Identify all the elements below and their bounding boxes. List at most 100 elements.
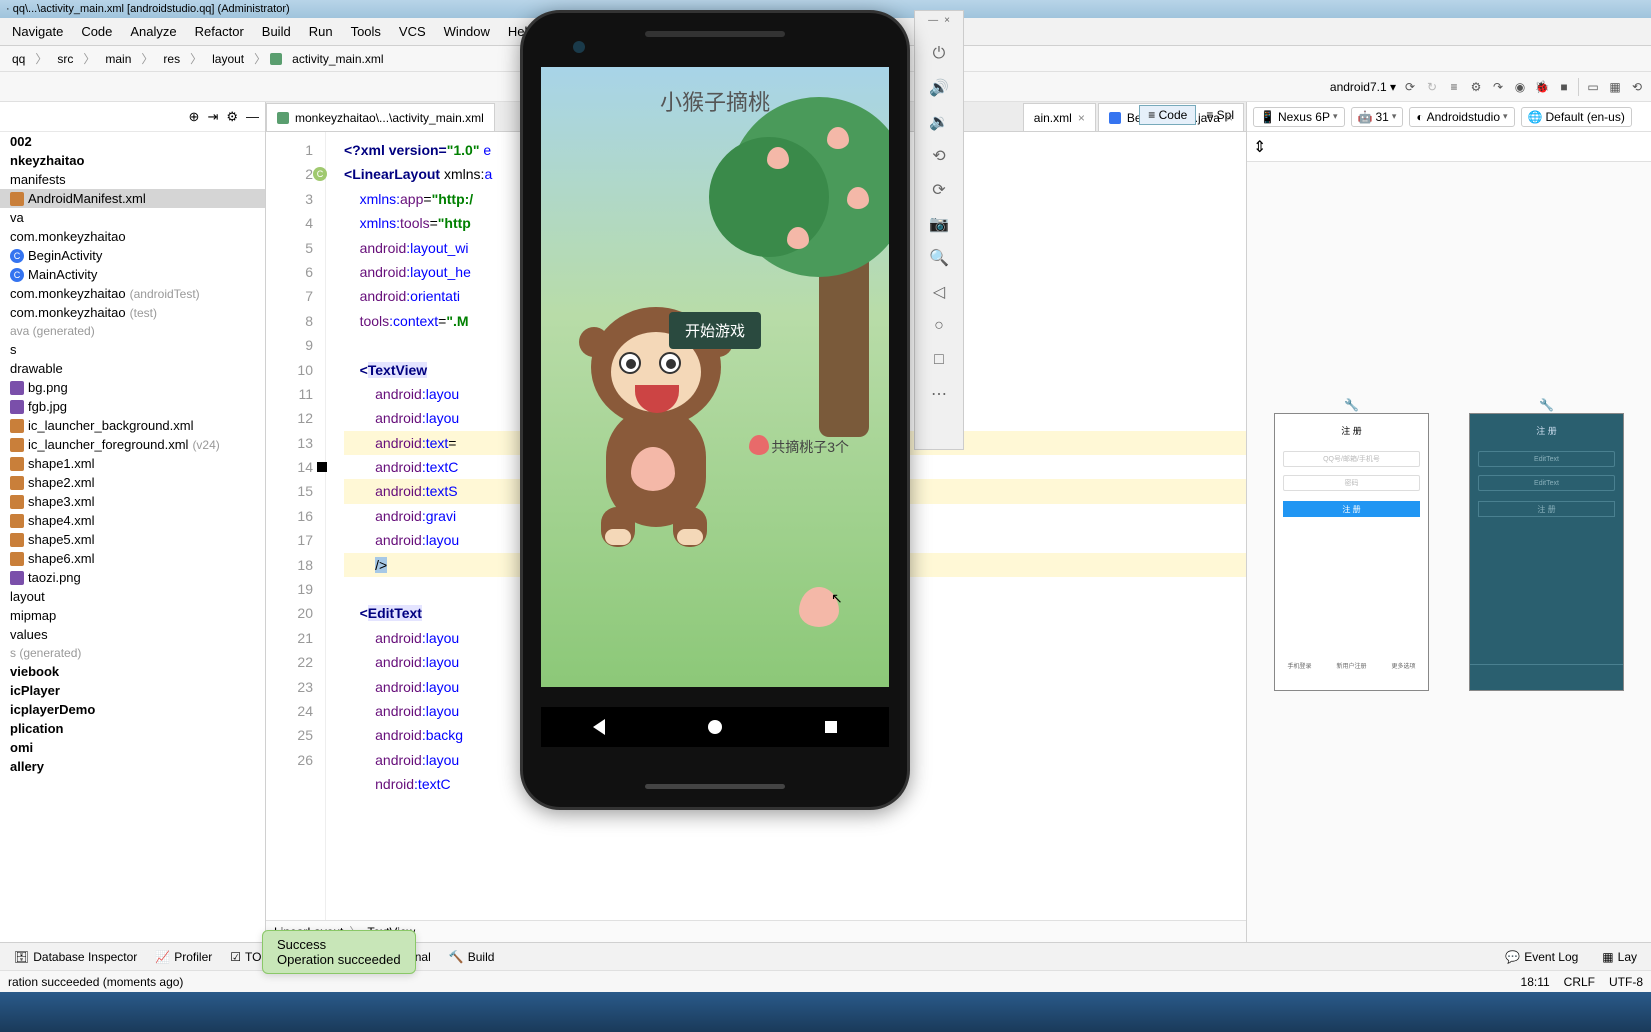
tree-node[interactable]: CMainActivity [0, 265, 265, 284]
crumb-main[interactable]: main [99, 50, 137, 68]
volume-up-icon[interactable]: 🔊 [929, 78, 949, 98]
tree-node[interactable]: mipmap [0, 606, 265, 625]
nav-back-icon[interactable] [593, 719, 605, 735]
tree-node[interactable]: layout [0, 587, 265, 606]
crumb-qq[interactable]: qq [6, 50, 31, 68]
volume-down-icon[interactable]: 🔉 [929, 112, 949, 132]
sdk-icon[interactable]: ▦ [1607, 79, 1623, 95]
more-icon[interactable]: ⋯ [929, 384, 949, 404]
tree-node[interactable]: fgb.jpg [0, 397, 265, 416]
preview-canvas[interactable]: 🔧 注 册 QQ号/邮箱/手机号 密码 注 册 手机登录新用户注册更多选项 🔧 … [1247, 162, 1651, 942]
preview-design[interactable]: 🔧 注 册 QQ号/邮箱/手机号 密码 注 册 手机登录新用户注册更多选项 [1274, 413, 1429, 691]
preview-locale-combo[interactable]: 🌐 Default (en-us) [1521, 107, 1632, 127]
tree-node[interactable]: allery [0, 757, 265, 776]
bug-icon[interactable]: ⚙ [1468, 79, 1484, 95]
preview-api-combo[interactable]: 🤖 31▾ [1351, 107, 1404, 127]
menu-navigate[interactable]: Navigate [4, 20, 71, 43]
tree-node[interactable]: viebook [0, 662, 265, 681]
status-encoding[interactable]: UTF-8 [1609, 975, 1643, 989]
camera-icon[interactable]: 📷 [929, 214, 949, 234]
tree-node[interactable]: va [0, 208, 265, 227]
close-icon[interactable]: × [944, 15, 950, 26]
tree-node[interactable]: ic_launcher_foreground.xml (v24) [0, 435, 265, 454]
os-taskbar[interactable] [0, 992, 1651, 1032]
attach-icon[interactable]: 🐞 [1534, 79, 1550, 95]
expand-icon[interactable]: ⇥ [207, 109, 218, 125]
refresh-icon[interactable]: ⟳ [1402, 79, 1418, 95]
tab-database-inspector[interactable]: 🗄 Database Inspector [6, 947, 145, 967]
tab-layout-inspector[interactable]: ▦ Lay [1594, 947, 1645, 967]
profile-icon[interactable]: ◉ [1512, 79, 1528, 95]
preview-theme-combo[interactable]: ◐ Androidstudio▾ [1409, 107, 1514, 127]
tree-node[interactable]: taozi.png [0, 568, 265, 587]
gutter-marker-icon[interactable]: C [313, 167, 327, 181]
tree-node[interactable]: CBeginActivity [0, 246, 265, 265]
tree-node[interactable]: ava (generated) [0, 322, 265, 340]
menu-run[interactable]: Run [301, 20, 341, 43]
coverage-icon[interactable]: ↷ [1490, 79, 1506, 95]
tree-node[interactable]: omi [0, 738, 265, 757]
crumb-src[interactable]: src [51, 50, 79, 68]
device-combo[interactable]: android7.1 ▾ [1330, 80, 1396, 94]
minimize-icon[interactable]: — [928, 15, 938, 26]
tree-node[interactable]: icPlayer [0, 681, 265, 700]
crumb-res[interactable]: res [157, 50, 186, 68]
tree-node[interactable]: AndroidManifest.xml [0, 189, 265, 208]
tree-node[interactable]: shape1.xml [0, 454, 265, 473]
tree-node[interactable]: plication [0, 719, 265, 738]
tab-profiler[interactable]: 📈 Profiler [147, 947, 220, 967]
menu-build[interactable]: Build [254, 20, 299, 43]
gutter-color-icon[interactable] [317, 462, 327, 472]
arrows-icon[interactable]: ⇕ [1253, 137, 1266, 157]
select-opened-icon[interactable]: ⊕ [189, 109, 200, 125]
sync-icon[interactable]: ⟲ [1629, 79, 1645, 95]
tree-node[interactable]: shape5.xml [0, 530, 265, 549]
preview-blueprint[interactable]: 🔧 注 册 EditText EditText 注 册 [1469, 413, 1624, 691]
tree-node[interactable]: manifests [0, 170, 265, 189]
format-icon[interactable]: ≡ [1446, 79, 1462, 95]
status-line-ending[interactable]: CRLF [1564, 975, 1595, 989]
tree-node[interactable]: 002 [0, 132, 265, 151]
menu-vcs[interactable]: VCS [391, 20, 434, 43]
rotate-left-icon[interactable]: ⟲ [929, 146, 949, 166]
emulator-window[interactable]: 小猴子摘桃 开始游戏 共摘桃子3个 ↖ —× ⏻ 🔊 🔉 ⟲ ⟳ 📷 🔍 ◁ ○… [520, 10, 964, 810]
tree-node[interactable]: com.monkeyzhaitao [0, 227, 265, 246]
tree-node[interactable]: com.monkeyzhaitao (androidTest) [0, 284, 265, 303]
editor-tab[interactable]: ain.xml× [1023, 103, 1096, 131]
crumb-layout[interactable]: layout [206, 50, 250, 68]
tab-build[interactable]: 🔨 Build [441, 947, 503, 967]
tree-node[interactable]: s [0, 340, 265, 359]
tree-node[interactable]: drawable [0, 359, 265, 378]
mode-split[interactable]: ≡ Spl [1198, 106, 1242, 124]
settings-icon[interactable]: ⚙ [226, 109, 238, 125]
redo-icon[interactable]: ↻ [1424, 79, 1440, 95]
crumb-file[interactable]: activity_main.xml [286, 50, 389, 68]
menu-refactor[interactable]: Refactor [187, 20, 252, 43]
hide-icon[interactable]: — [246, 109, 259, 124]
editor-tab[interactable]: monkeyzhaitao\...\activity_main.xml [266, 103, 495, 131]
tree-node[interactable]: shape2.xml [0, 473, 265, 492]
tree-node[interactable]: shape3.xml [0, 492, 265, 511]
tree-node[interactable]: shape6.xml [0, 549, 265, 568]
zoom-icon[interactable]: 🔍 [929, 248, 949, 268]
tree-node[interactable]: shape4.xml [0, 511, 265, 530]
nav-home-icon[interactable] [708, 720, 722, 734]
tree-node[interactable]: com.monkeyzhaitao (test) [0, 303, 265, 322]
tree-node[interactable]: icplayerDemo [0, 700, 265, 719]
menu-tools[interactable]: Tools [343, 20, 389, 43]
phone-screen[interactable]: 小猴子摘桃 开始游戏 共摘桃子3个 ↖ [541, 67, 889, 687]
preview-device-combo[interactable]: 📱 Nexus 6P▾ [1253, 107, 1345, 127]
tree-node[interactable]: bg.png [0, 378, 265, 397]
tree-node[interactable]: nkeyzhaitao [0, 151, 265, 170]
home-icon[interactable]: ○ [929, 316, 949, 336]
close-icon[interactable]: × [1078, 111, 1085, 125]
stop-icon[interactable]: ■ [1556, 79, 1572, 95]
back-icon[interactable]: ◁ [929, 282, 949, 302]
tree-node[interactable]: s (generated) [0, 644, 265, 662]
menu-code[interactable]: Code [73, 20, 120, 43]
tree-node[interactable]: values [0, 625, 265, 644]
menu-window[interactable]: Window [436, 20, 498, 43]
avd-icon[interactable]: ▭ [1585, 79, 1601, 95]
tree-node[interactable]: ic_launcher_background.xml [0, 416, 265, 435]
power-icon[interactable]: ⏻ [929, 44, 949, 64]
